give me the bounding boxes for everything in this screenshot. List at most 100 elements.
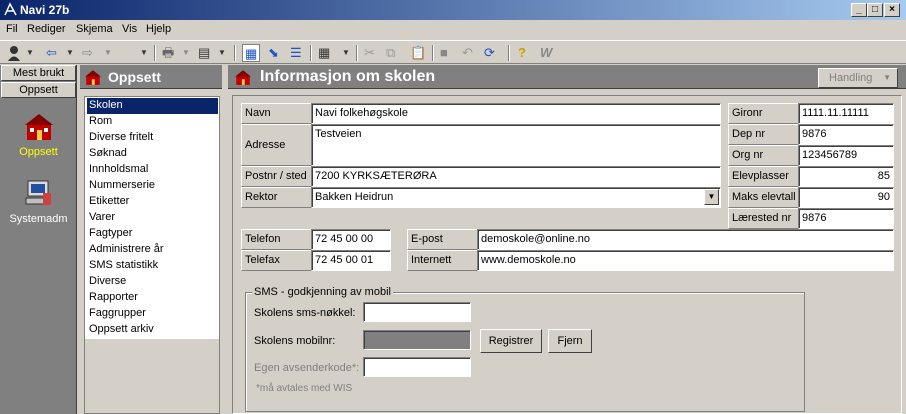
table-icon[interactable]: ▦ (318, 44, 330, 62)
whats-this-icon[interactable]: W (540, 44, 552, 62)
sender-code-label: Egen avsenderkode*: (254, 362, 360, 374)
back-arrow-icon[interactable]: ⇦ (46, 44, 57, 62)
list-item[interactable]: Oppsett arkiv (87, 322, 218, 338)
postnr-label: Postnr / sted (241, 166, 311, 187)
list-item[interactable]: Varer (87, 210, 218, 226)
laerested-field[interactable]: 9876 (798, 208, 894, 229)
print-icon[interactable]: 🖶 (162, 44, 174, 62)
school-info-header: Informasjon om skolen Handling ▼ (228, 65, 906, 89)
sms-key-input[interactable] (363, 302, 471, 322)
forward-arrow-icon[interactable]: ⇨ (82, 44, 93, 62)
menu-skjema[interactable]: Skjema (76, 23, 113, 35)
rektor-value: Bakken Heidrun (315, 191, 394, 203)
chevron-down-icon: ▼ (883, 73, 891, 82)
list-item[interactable]: Rom (87, 114, 218, 130)
orgnr-field[interactable]: 123456789 (798, 145, 894, 166)
minimize-button[interactable]: _ (851, 3, 867, 17)
nav-item-oppsett[interactable]: Oppsett (0, 110, 77, 158)
toolbar-separator (356, 45, 358, 61)
action-menu-label: Handling (829, 72, 873, 84)
toolbar-separator (234, 45, 236, 61)
nav-item-systemadm[interactable]: Systemadm (0, 177, 77, 225)
list-item[interactable]: Administrere år (87, 242, 218, 258)
remove-button[interactable]: Fjern (548, 329, 592, 353)
maximize-button[interactable]: □ (867, 3, 883, 17)
laerested-label: Lærested nr (728, 208, 798, 229)
mobile-label: Skolens mobilnr: (254, 335, 336, 347)
copy-icon[interactable]: ⧉ (386, 44, 395, 62)
stop-icon[interactable]: ■ (440, 44, 448, 62)
mobile-input[interactable] (363, 330, 471, 350)
nav-group-oppsett[interactable]: Oppsett (1, 82, 76, 98)
nav-item-label: Systemadm (9, 213, 68, 225)
menu-vis[interactable]: Vis (122, 23, 137, 35)
chevron-down-icon[interactable]: ▼ (182, 44, 190, 62)
telefon-field[interactable]: 72 45 00 00 (311, 229, 391, 250)
school-info-form: Navn Navi folkehøgskole Adresse Testveie… (232, 95, 902, 414)
action-menu-button[interactable]: Handling ▼ (818, 68, 898, 88)
toolbar-separator (154, 45, 156, 61)
chevron-down-icon[interactable]: ▼ (704, 189, 719, 205)
list-view-icon[interactable]: ☰ (290, 44, 302, 62)
paste-icon[interactable]: 📋 (410, 44, 426, 62)
internett-field[interactable]: www.demoskole.no (477, 250, 894, 271)
nav-group-mest-brukt[interactable]: Mest brukt (1, 65, 76, 81)
postnr-field[interactable]: 7200 KYRKSÆTERØRA (311, 166, 721, 187)
user-icon[interactable] (6, 44, 24, 62)
telefax-label: Telefax (241, 250, 311, 271)
list-item[interactable]: Diverse (87, 274, 218, 290)
import-icon[interactable]: ⬊ (268, 44, 279, 62)
menu-rediger[interactable]: Rediger (27, 23, 66, 35)
navn-field[interactable]: Navi folkehøgskole (311, 103, 721, 124)
epost-label: E-post (407, 229, 477, 250)
list-item[interactable]: Nummerserie (87, 178, 218, 194)
rektor-select[interactable]: Bakken Heidrun ▼ (311, 187, 721, 208)
chevron-down-icon[interactable]: ▼ (342, 44, 350, 62)
maks-elevtall-field[interactable]: 90 (798, 187, 894, 208)
list-item[interactable]: Søknad (87, 146, 218, 162)
epost-field[interactable]: demoskole@online.no (477, 229, 894, 250)
close-button[interactable]: × (884, 3, 900, 17)
list-item[interactable]: Etiketter (87, 194, 218, 210)
elevplasser-label: Elevplasser (728, 166, 798, 187)
chevron-down-icon[interactable]: ▼ (140, 44, 148, 62)
list-item[interactable]: Diverse fritelt (87, 130, 218, 146)
page-icon[interactable]: ▤ (198, 44, 210, 62)
menu-hjelp[interactable]: Hjelp (146, 23, 171, 35)
app-window: Navi 27b _ □ × Fil Rediger Skjema Vis Hj… (0, 0, 906, 414)
help-icon[interactable]: ? (518, 44, 526, 62)
elevplasser-field[interactable]: 85 (798, 166, 894, 187)
refresh-icon[interactable]: ⟳ (484, 44, 495, 62)
chevron-down-icon[interactable]: ▼ (66, 44, 74, 62)
rektor-label: Rektor (241, 187, 311, 208)
navn-label: Navn (241, 103, 311, 124)
toolbar-separator (432, 45, 434, 61)
menu-fil[interactable]: Fil (6, 23, 18, 35)
list-item[interactable]: SMS statistikk (87, 258, 218, 274)
form-view-icon[interactable]: ▦ (242, 44, 261, 62)
sender-code-input[interactable] (363, 357, 471, 377)
list-item[interactable]: Innholdsmal (87, 162, 218, 178)
chevron-down-icon[interactable]: ▼ (104, 44, 112, 62)
list-item[interactable]: Rapporter (87, 290, 218, 306)
cut-icon[interactable]: ✂ (364, 44, 375, 62)
toolbar-separator (508, 45, 510, 61)
adresse-label: Adresse (241, 124, 311, 166)
list-item[interactable]: Fagtyper (87, 226, 218, 242)
sms-group-title: SMS - godkjenning av mobil (252, 286, 393, 298)
telefon-label: Telefon (241, 229, 311, 250)
telefax-field[interactable]: 72 45 00 01 (311, 250, 391, 271)
sms-key-label: Skolens sms-nøkkel: (254, 307, 356, 319)
chevron-down-icon[interactable]: ▼ (26, 44, 34, 62)
adresse-field[interactable]: Testveien (311, 124, 721, 166)
list-item-skolen[interactable]: Skolen (86, 97, 219, 115)
depnr-field[interactable]: 9876 (798, 124, 894, 145)
undo-icon[interactable]: ↶ (462, 44, 473, 62)
register-button[interactable]: Registrer (480, 329, 542, 353)
school-info-panel: Informasjon om skolen Handling ▼ Navn Na… (228, 65, 906, 414)
gironr-field[interactable]: 1111.11.11111 (798, 103, 894, 124)
chevron-down-icon[interactable]: ▼ (218, 44, 226, 62)
list-item[interactable]: Faggrupper (87, 306, 218, 322)
page-title: Informasjon om skolen (260, 68, 436, 85)
depnr-label: Dep nr (728, 124, 798, 145)
